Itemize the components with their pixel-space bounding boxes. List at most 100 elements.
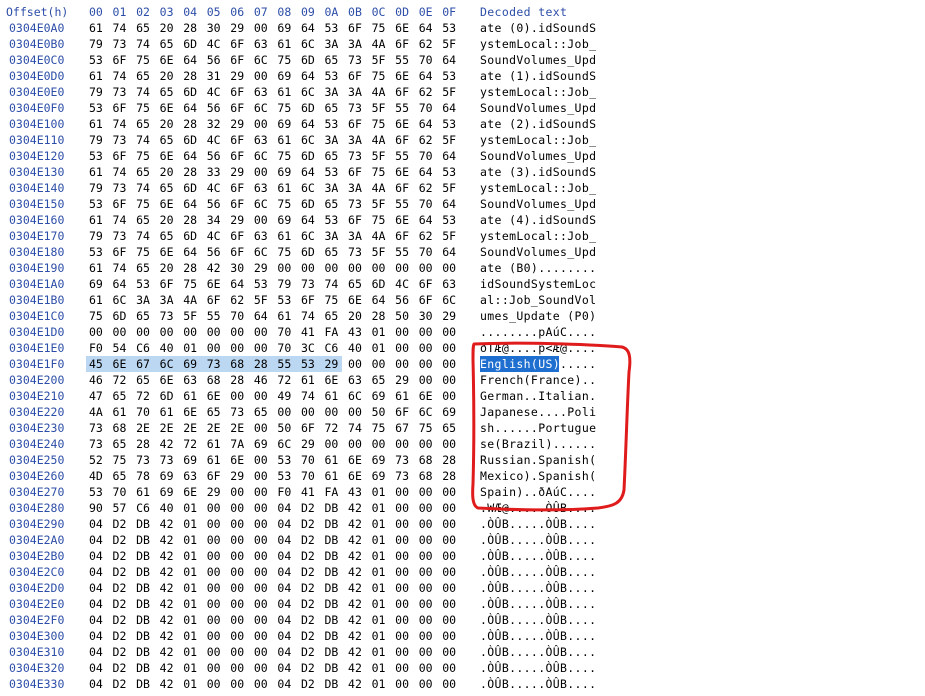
hex-byte[interactable]: 42 [207,260,224,276]
hex-byte[interactable]: 00 [419,676,436,692]
hex-byte[interactable]: 04 [277,644,294,660]
hex-byte[interactable]: 42 [348,516,365,532]
hex-byte[interactable]: 00 [254,500,271,516]
hex-byte[interactable]: 78 [136,468,153,484]
hex-byte[interactable]: DB [325,516,342,532]
hex-byte[interactable]: 74 [136,84,153,100]
hex-byte[interactable]: 00 [230,388,247,404]
hex-byte[interactable]: 75 [372,68,389,84]
hex-byte[interactable]: 62 [419,36,436,52]
hex-byte[interactable]: 61 [277,36,294,52]
hex-byte[interactable]: 00 [207,612,224,628]
hex-row[interactable]: 0304E0C0 53 6F 75 6E 64 56 6F 6C 75 6D 65 73 5F 55 70 64… [0,52,925,68]
hex-byte[interactable]: 6F [113,148,130,164]
hex-byte[interactable]: 00 [254,532,271,548]
hex-byte[interactable]: 42 [160,676,177,692]
hex-byte[interactable]: 04 [277,500,294,516]
hex-byte[interactable]: 61 [207,436,224,452]
hex-byte[interactable]: 3C [301,340,318,356]
hex-byte[interactable]: 42 [348,548,365,564]
hex-byte[interactable]: 28 [183,68,200,84]
hex-byte[interactable]: 28 [254,356,271,372]
hex-byte[interactable]: 00 [419,628,436,644]
hex-byte[interactable]: 04 [89,628,106,644]
hex-row[interactable]: 0304E0B0 79 73 74 65 6D 4C 6F 63 61 6C 3A 3A 4A 6F 62 5F… [0,36,925,52]
hex-byte[interactable]: 75 [277,100,294,116]
hex-byte[interactable]: 75 [277,244,294,260]
hex-byte[interactable]: 65 [207,404,224,420]
hex-byte[interactable]: 65 [325,244,342,260]
hex-byte[interactable]: 00 [419,612,436,628]
hex-row[interactable]: 0304E170 79 73 74 65 6D 4C 6F 63 61 6C 3A 3A 4A 6F 62 5F… [0,228,925,244]
hex-byte[interactable]: 53 [89,148,106,164]
decoded-text[interactable]: English(US)..... [480,356,596,372]
hex-byte[interactable]: 04 [89,660,106,676]
hex-byte[interactable]: 56 [207,100,224,116]
hex-byte[interactable]: 42 [160,532,177,548]
hex-byte[interactable]: 00 [372,260,389,276]
hex-row[interactable]: 0304E150 53 6F 75 6E 64 56 6F 6C 75 6D 65 73 5F 55 70 64… [0,196,925,212]
hex-byte[interactable]: 3A [325,84,342,100]
hex-byte[interactable]: 42 [348,612,365,628]
hex-byte[interactable]: D2 [301,596,318,612]
hex-byte[interactable]: 75 [372,164,389,180]
hex-byte[interactable]: 29 [230,68,247,84]
hex-byte[interactable]: 5F [372,244,389,260]
hex-byte[interactable]: D2 [113,596,130,612]
decoded-text[interactable]: .ÒÛB.....ÒÛB.... [480,548,596,564]
hex-byte[interactable]: 69 [89,276,106,292]
hex-byte[interactable]: 31 [207,68,224,84]
decoded-text[interactable]: ate (B0)........ [480,260,596,276]
hex-byte[interactable]: 00 [254,612,271,628]
hex-byte[interactable]: 65 [325,100,342,116]
hex-byte[interactable]: 00 [442,500,459,516]
hex-byte[interactable]: 6F [419,276,436,292]
hex-byte[interactable]: 74 [325,276,342,292]
hex-row[interactable]: 0304E220 4A 61 70 61 6E 65 73 65 00 00 00 00 50 6F 6C 69… [0,404,925,420]
hex-byte[interactable]: 40 [160,340,177,356]
hex-byte[interactable]: 6F [230,52,247,68]
hex-byte[interactable]: 01 [372,532,389,548]
hex-byte[interactable]: 63 [254,228,271,244]
hex-byte[interactable]: 65 [160,180,177,196]
hex-byte[interactable]: 70 [419,148,436,164]
hex-byte[interactable]: 6C [113,292,130,308]
hex-byte[interactable]: 75 [113,452,130,468]
decoded-text[interactable]: .ÒÛB.....ÒÛB.... [480,596,596,612]
hex-byte[interactable]: 73 [348,196,365,212]
hex-byte[interactable]: 42 [160,596,177,612]
hex-byte[interactable]: 73 [207,356,224,372]
hex-byte[interactable]: 2E [207,420,224,436]
hex-byte[interactable]: 70 [113,484,130,500]
hex-row[interactable]: 0304E110 79 73 74 65 6D 4C 6F 63 61 6C 3A 3A 4A 6F 62 5F… [0,132,925,148]
hex-byte[interactable]: 6D [372,276,389,292]
hex-byte[interactable]: 00 [277,404,294,420]
hex-byte[interactable]: DB [325,596,342,612]
hex-byte[interactable]: 00 [207,548,224,564]
hex-byte[interactable]: 01 [183,628,200,644]
hex-byte[interactable]: 28 [183,212,200,228]
hex-byte[interactable]: 00 [348,260,365,276]
hex-byte[interactable]: 61 [301,372,318,388]
hex-byte[interactable]: 6E [395,212,412,228]
hex-byte[interactable]: 00 [207,500,224,516]
hex-byte[interactable]: 00 [230,628,247,644]
hex-byte[interactable]: 73 [160,452,177,468]
hex-byte[interactable]: 00 [348,436,365,452]
hex-byte[interactable]: 00 [254,324,271,340]
hex-byte[interactable]: 6E [160,52,177,68]
hex-byte[interactable]: 00 [230,564,247,580]
hex-byte[interactable]: 75 [277,148,294,164]
hex-byte[interactable]: 00 [254,20,271,36]
decoded-text[interactable]: .ÒÛB.....ÒÛB.... [480,516,596,532]
hex-byte[interactable]: D2 [113,532,130,548]
hex-byte[interactable]: 01 [183,676,200,692]
hex-byte[interactable]: 29 [395,372,412,388]
hex-byte[interactable]: 00 [395,628,412,644]
hex-byte[interactable]: 20 [160,260,177,276]
hex-byte[interactable]: 65 [160,84,177,100]
hex-byte[interactable]: 01 [183,660,200,676]
hex-byte[interactable]: 6F [395,84,412,100]
hex-byte[interactable]: 75 [372,116,389,132]
hex-row[interactable]: 0304E230 73 68 2E 2E 2E 2E 2E 00 50 6F 72 74 75 67 75 65… [0,420,925,436]
